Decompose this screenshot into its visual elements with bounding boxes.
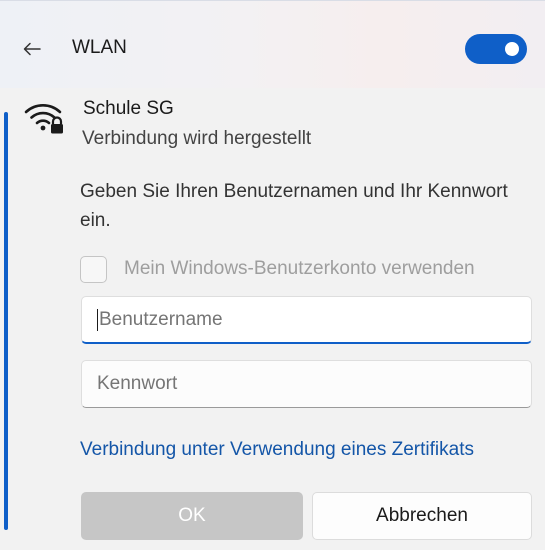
page-title: WLAN [72,37,127,58]
login-instructions: Geben Sie Ihren Benutzernamen und Ihr Ke… [80,181,508,231]
use-windows-account-checkbox[interactable] [80,255,107,283]
selection-indicator [4,112,8,530]
ok-button[interactable]: OK [81,492,303,540]
toggle-knob [505,42,519,56]
use-windows-account-label: Mein Windows-Benutzerkonto verwenden [124,258,475,279]
wifi-toggle[interactable] [465,34,527,64]
network-name: Schule SG [83,98,174,119]
use-windows-account-option[interactable]: Mein Windows-Benutzerkonto verwenden [80,254,475,284]
back-button[interactable] [12,29,52,69]
username-placeholder: Benutzername [99,308,223,330]
cancel-button[interactable]: Abbrechen [312,492,532,540]
password-input[interactable]: Kennwort [81,360,532,408]
password-placeholder: Kennwort [97,373,178,394]
wifi-secured-icon [24,104,63,134]
username-input[interactable]: Benutzername [81,296,532,344]
arrow-left-icon [23,42,41,56]
certificate-login-link[interactable]: Verbindung unter Verwendung eines Zertif… [80,439,474,461]
text-caret [97,308,98,331]
connection-status: Verbindung wird hergestellt [82,128,312,149]
wlan-header: WLAN [0,0,545,89]
